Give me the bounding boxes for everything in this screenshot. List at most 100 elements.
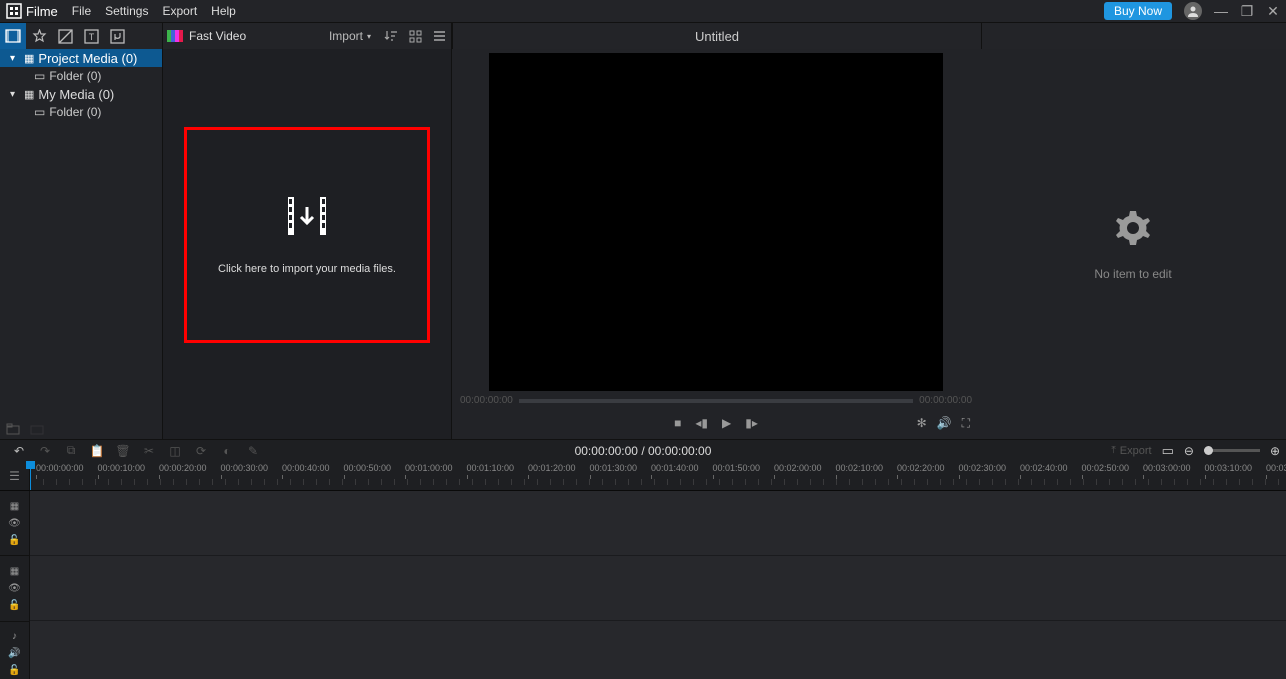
video-track-2-lane[interactable] xyxy=(30,556,1286,621)
project-title: Untitled xyxy=(452,23,982,49)
grid-icon: ▦ xyxy=(24,52,34,65)
zoom-out-icon[interactable]: ⊖ xyxy=(1184,444,1194,458)
ruler-tick: 00:00:40:00 xyxy=(282,463,330,473)
timeline-current-value: 00:00:00:00 xyxy=(575,444,638,458)
audio-track-type-icon: ♪ xyxy=(12,631,17,642)
video-canvas[interactable] xyxy=(489,53,943,391)
ruler-tick: 00:02:00:00 xyxy=(774,463,822,473)
collapse-icon: ▾ xyxy=(10,53,20,64)
menu-settings[interactable]: Settings xyxy=(105,4,148,18)
ruler-tick: 00:00:20:00 xyxy=(159,463,207,473)
undo-button[interactable]: ↶ xyxy=(6,444,32,458)
tree-my-folder[interactable]: ▭ Folder (0) xyxy=(0,103,162,121)
track-lock-icon[interactable]: 🔓 xyxy=(8,665,20,676)
stop-button[interactable]: ■ xyxy=(674,416,681,430)
preview-panel: 00:00:00:00 00:00:00:00 ■ ◂▮ ▶ ▮▸ ✻ 🔊 ⛶ xyxy=(452,49,980,439)
track-lanes-area[interactable] xyxy=(30,491,1286,679)
import-button[interactable]: Import ▾ xyxy=(321,29,379,43)
split-button[interactable]: ✂ xyxy=(136,444,162,458)
preview-settings-icon[interactable]: ✻ xyxy=(917,416,927,431)
video-track-1-lane[interactable] xyxy=(30,491,1286,556)
panel-toolbar: T Fast Video Import ▾ Untitled xyxy=(0,22,1286,49)
fit-zoom-icon[interactable]: ▭ xyxy=(1162,443,1174,459)
crop-button[interactable]: ◫ xyxy=(162,444,188,458)
media-tab-icon[interactable] xyxy=(0,23,26,50)
grid-icon: ▦ xyxy=(24,88,34,101)
redo-button[interactable]: ↷ xyxy=(32,444,58,458)
tree-label: Project Media (0) xyxy=(38,51,137,66)
export-label: Export xyxy=(1120,445,1152,457)
play-button[interactable]: ▶ xyxy=(722,416,731,430)
next-frame-button[interactable]: ▮▸ xyxy=(745,416,758,430)
fullscreen-icon[interactable]: ⛶ xyxy=(962,416,970,431)
transport-controls: ■ ◂▮ ▶ ▮▸ ✻ 🔊 ⛶ xyxy=(452,410,980,436)
drop-zone-text: Click here to import your media files. xyxy=(218,263,396,275)
tree-label: Folder (0) xyxy=(49,69,101,83)
copy-button[interactable]: ⧉ xyxy=(58,443,84,458)
fast-video-button[interactable]: Fast Video xyxy=(167,29,246,43)
prev-frame-button[interactable]: ◂▮ xyxy=(695,416,708,430)
tree-project-media[interactable]: ▾ ▦ Project Media (0) xyxy=(0,49,162,67)
close-button[interactable]: ✕ xyxy=(1266,3,1280,20)
timeline-ruler[interactable]: ☰ 00:00:00:0000:00:10:0000:00:20:0000:00… xyxy=(0,461,1286,491)
audio-track-head: ♪ 🔊 🔓 xyxy=(0,622,29,679)
color-button[interactable]: ◐ xyxy=(214,444,240,458)
preview-scrub-slider[interactable] xyxy=(519,399,913,403)
export-button[interactable]: ⤒Export xyxy=(1111,445,1151,457)
track-visibility-icon[interactable]: 👁 xyxy=(8,583,21,594)
delete-folder-icon[interactable] xyxy=(30,423,44,435)
minimize-button[interactable]: — xyxy=(1214,3,1228,19)
transitions-tab-icon[interactable] xyxy=(52,23,78,50)
tree-label: My Media (0) xyxy=(38,87,114,102)
time-separator: / xyxy=(638,444,648,458)
fast-video-label: Fast Video xyxy=(189,29,246,43)
speed-button[interactable]: ⟳ xyxy=(188,444,214,458)
zoom-slider[interactable] xyxy=(1204,449,1260,452)
track-mute-icon[interactable]: 🔊 xyxy=(8,648,20,659)
track-visibility-icon[interactable]: 👁 xyxy=(8,518,21,529)
import-drop-zone[interactable]: Click here to import your media files. xyxy=(184,127,430,343)
list-view-icon[interactable] xyxy=(427,23,451,50)
ruler-tick: 00:02:50:00 xyxy=(1082,463,1130,473)
edit-button[interactable]: ✎ xyxy=(240,444,266,458)
video-track-type-icon: ▦ xyxy=(10,566,19,577)
ruler-tick: 00:00:50:00 xyxy=(344,463,392,473)
track-lock-icon[interactable]: 🔓 xyxy=(8,535,20,546)
audio-track-lane[interactable] xyxy=(30,621,1286,679)
delete-button[interactable]: 🗑 xyxy=(110,444,136,458)
effects-tab-icon[interactable] xyxy=(26,23,52,50)
properties-empty-text: No item to edit xyxy=(1094,267,1171,281)
folder-icon: ▭ xyxy=(34,105,45,119)
preview-time-current: 00:00:00:00 xyxy=(460,395,513,406)
timeline-current-time: 00:00:00:00 / 00:00:00:00 xyxy=(575,444,712,458)
chevron-down-icon: ▾ xyxy=(367,32,371,41)
audio-tab-icon[interactable] xyxy=(104,23,130,50)
maximize-button[interactable]: ❐ xyxy=(1240,3,1254,20)
timeline-playhead[interactable] xyxy=(30,461,31,491)
ruler-tick: 00:03:00:00 xyxy=(1143,463,1191,473)
paste-button[interactable]: 📋 xyxy=(84,444,110,458)
tree-my-media[interactable]: ▾ ▦ My Media (0) xyxy=(0,85,162,103)
app-logo-icon xyxy=(6,3,22,19)
sort-icon[interactable] xyxy=(379,23,403,50)
menu-export[interactable]: Export xyxy=(162,4,197,18)
timeline-toolbar: ↶ ↷ ⧉ 📋 🗑 ✂ ◫ ⟳ ◐ ✎ 00:00:00:00 / 00:00:… xyxy=(0,439,1286,461)
menu-help[interactable]: Help xyxy=(211,4,236,18)
app-name: Filme xyxy=(26,4,58,19)
user-avatar-icon[interactable] xyxy=(1184,2,1202,20)
text-tab-icon[interactable]: T xyxy=(78,23,104,50)
media-tree-panel: ▾ ▦ Project Media (0) ▭ Folder (0) ▾ ▦ M… xyxy=(0,49,163,439)
media-browser-panel: Click here to import your media files. xyxy=(163,49,452,439)
ruler-tick: 00:01:00:00 xyxy=(405,463,453,473)
menu-file[interactable]: File xyxy=(72,4,91,18)
gear-icon xyxy=(1112,207,1154,249)
track-lock-icon[interactable]: 🔓 xyxy=(8,600,20,611)
main-menu: File Settings Export Help xyxy=(72,4,236,18)
tree-project-folder[interactable]: ▭ Folder (0) xyxy=(0,67,162,85)
zoom-in-icon[interactable]: ⊕ xyxy=(1270,444,1280,458)
volume-icon[interactable]: 🔊 xyxy=(937,416,952,431)
buy-now-button[interactable]: Buy Now xyxy=(1104,2,1172,20)
new-folder-icon[interactable] xyxy=(6,423,20,435)
grid-view-icon[interactable] xyxy=(403,23,427,50)
ruler-tick: 00:03:20:00 xyxy=(1266,463,1286,473)
